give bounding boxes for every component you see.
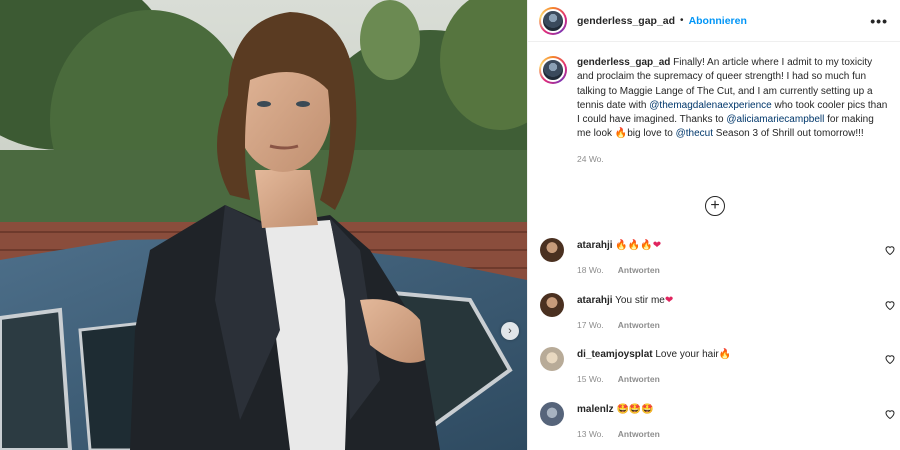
more-horizontal-icon[interactable]: ••• (870, 13, 888, 29)
red-heart-emoji: ❤ (652, 240, 662, 251)
comment-item: malenlz 🤩🤩🤩 13 Wo. Antworten (528, 398, 900, 450)
reply-button[interactable]: Antworten (618, 265, 660, 275)
reply-button[interactable]: Antworten (618, 374, 660, 384)
separator-dot: • (680, 15, 684, 26)
comment-item: di_teamjoysplat Love your hair🔥 15 Wo. An… (528, 343, 900, 398)
fire-emoji: 🔥 (718, 349, 732, 360)
commenter-username[interactable]: atarahji (577, 240, 613, 251)
post-header: genderless_gap_ad • Abonnieren ••• (528, 0, 900, 42)
star-struck-emoji: 🤩🤩🤩 (616, 403, 654, 415)
instagram-post-modal: › genderless_gap_ad • Abonnieren ••• gen… (0, 0, 900, 450)
commenter-avatar[interactable] (540, 238, 564, 262)
fire-emoji: 🔥 (614, 128, 628, 140)
post-side-panel: genderless_gap_ad • Abonnieren ••• gende… (527, 0, 900, 450)
post-timestamp[interactable]: 24 Wo. (577, 154, 900, 164)
caption-text: genderless_gap_ad Finally! An article wh… (577, 57, 888, 140)
commenter-avatar[interactable] (540, 401, 564, 426)
mention-link[interactable]: @thecut (676, 128, 713, 139)
author-avatar[interactable] (539, 6, 567, 35)
carousel-next-button[interactable]: › (501, 322, 519, 340)
load-more-comments-icon[interactable]: + (705, 196, 725, 216)
red-heart-emoji: ❤ (664, 294, 674, 306)
caption-author-avatar[interactable] (539, 56, 567, 84)
mention-link[interactable]: @aliciamariecampbell (726, 114, 824, 125)
like-heart-icon[interactable] (884, 353, 896, 365)
follow-button[interactable]: Abonnieren (689, 15, 747, 27)
reply-button[interactable]: Antworten (618, 429, 660, 439)
commenter-avatar[interactable] (540, 292, 564, 317)
author-username[interactable]: genderless_gap_ad (577, 15, 675, 27)
fire-emoji: 🔥🔥🔥 (615, 240, 653, 251)
like-heart-icon[interactable] (884, 408, 896, 420)
comment-time: 13 Wo. (577, 428, 604, 439)
post-caption: genderless_gap_ad Finally! An article wh… (528, 42, 900, 142)
mention-link[interactable]: @themagdalenaexperience (649, 100, 771, 111)
post-photo[interactable]: › (0, 0, 527, 450)
comments-list: atarahji 🔥🔥🔥❤ 18 Wo. Antworten atarahji Y… (528, 234, 900, 450)
comment-time: 17 Wo. (577, 319, 604, 330)
caption-username[interactable]: genderless_gap_ad (577, 57, 670, 68)
reply-button[interactable]: Antworten (618, 320, 660, 330)
chevron-right-icon: › (508, 325, 512, 337)
like-heart-icon[interactable] (884, 299, 896, 311)
commenter-username[interactable]: atarahji (577, 295, 613, 306)
commenter-username[interactable]: malenlz (577, 404, 614, 415)
comment-item: atarahji You stir me❤ 17 Wo. Antworten (528, 289, 900, 344)
comment-time: 18 Wo. (577, 265, 604, 275)
commenter-username[interactable]: di_teamjoysplat (577, 349, 653, 360)
commenter-avatar[interactable] (540, 347, 564, 371)
comment-time: 15 Wo. (577, 374, 604, 384)
photo-illustration (0, 0, 527, 450)
comment-item: atarahji 🔥🔥🔥❤ 18 Wo. Antworten (528, 234, 900, 289)
like-heart-icon[interactable] (884, 244, 896, 256)
